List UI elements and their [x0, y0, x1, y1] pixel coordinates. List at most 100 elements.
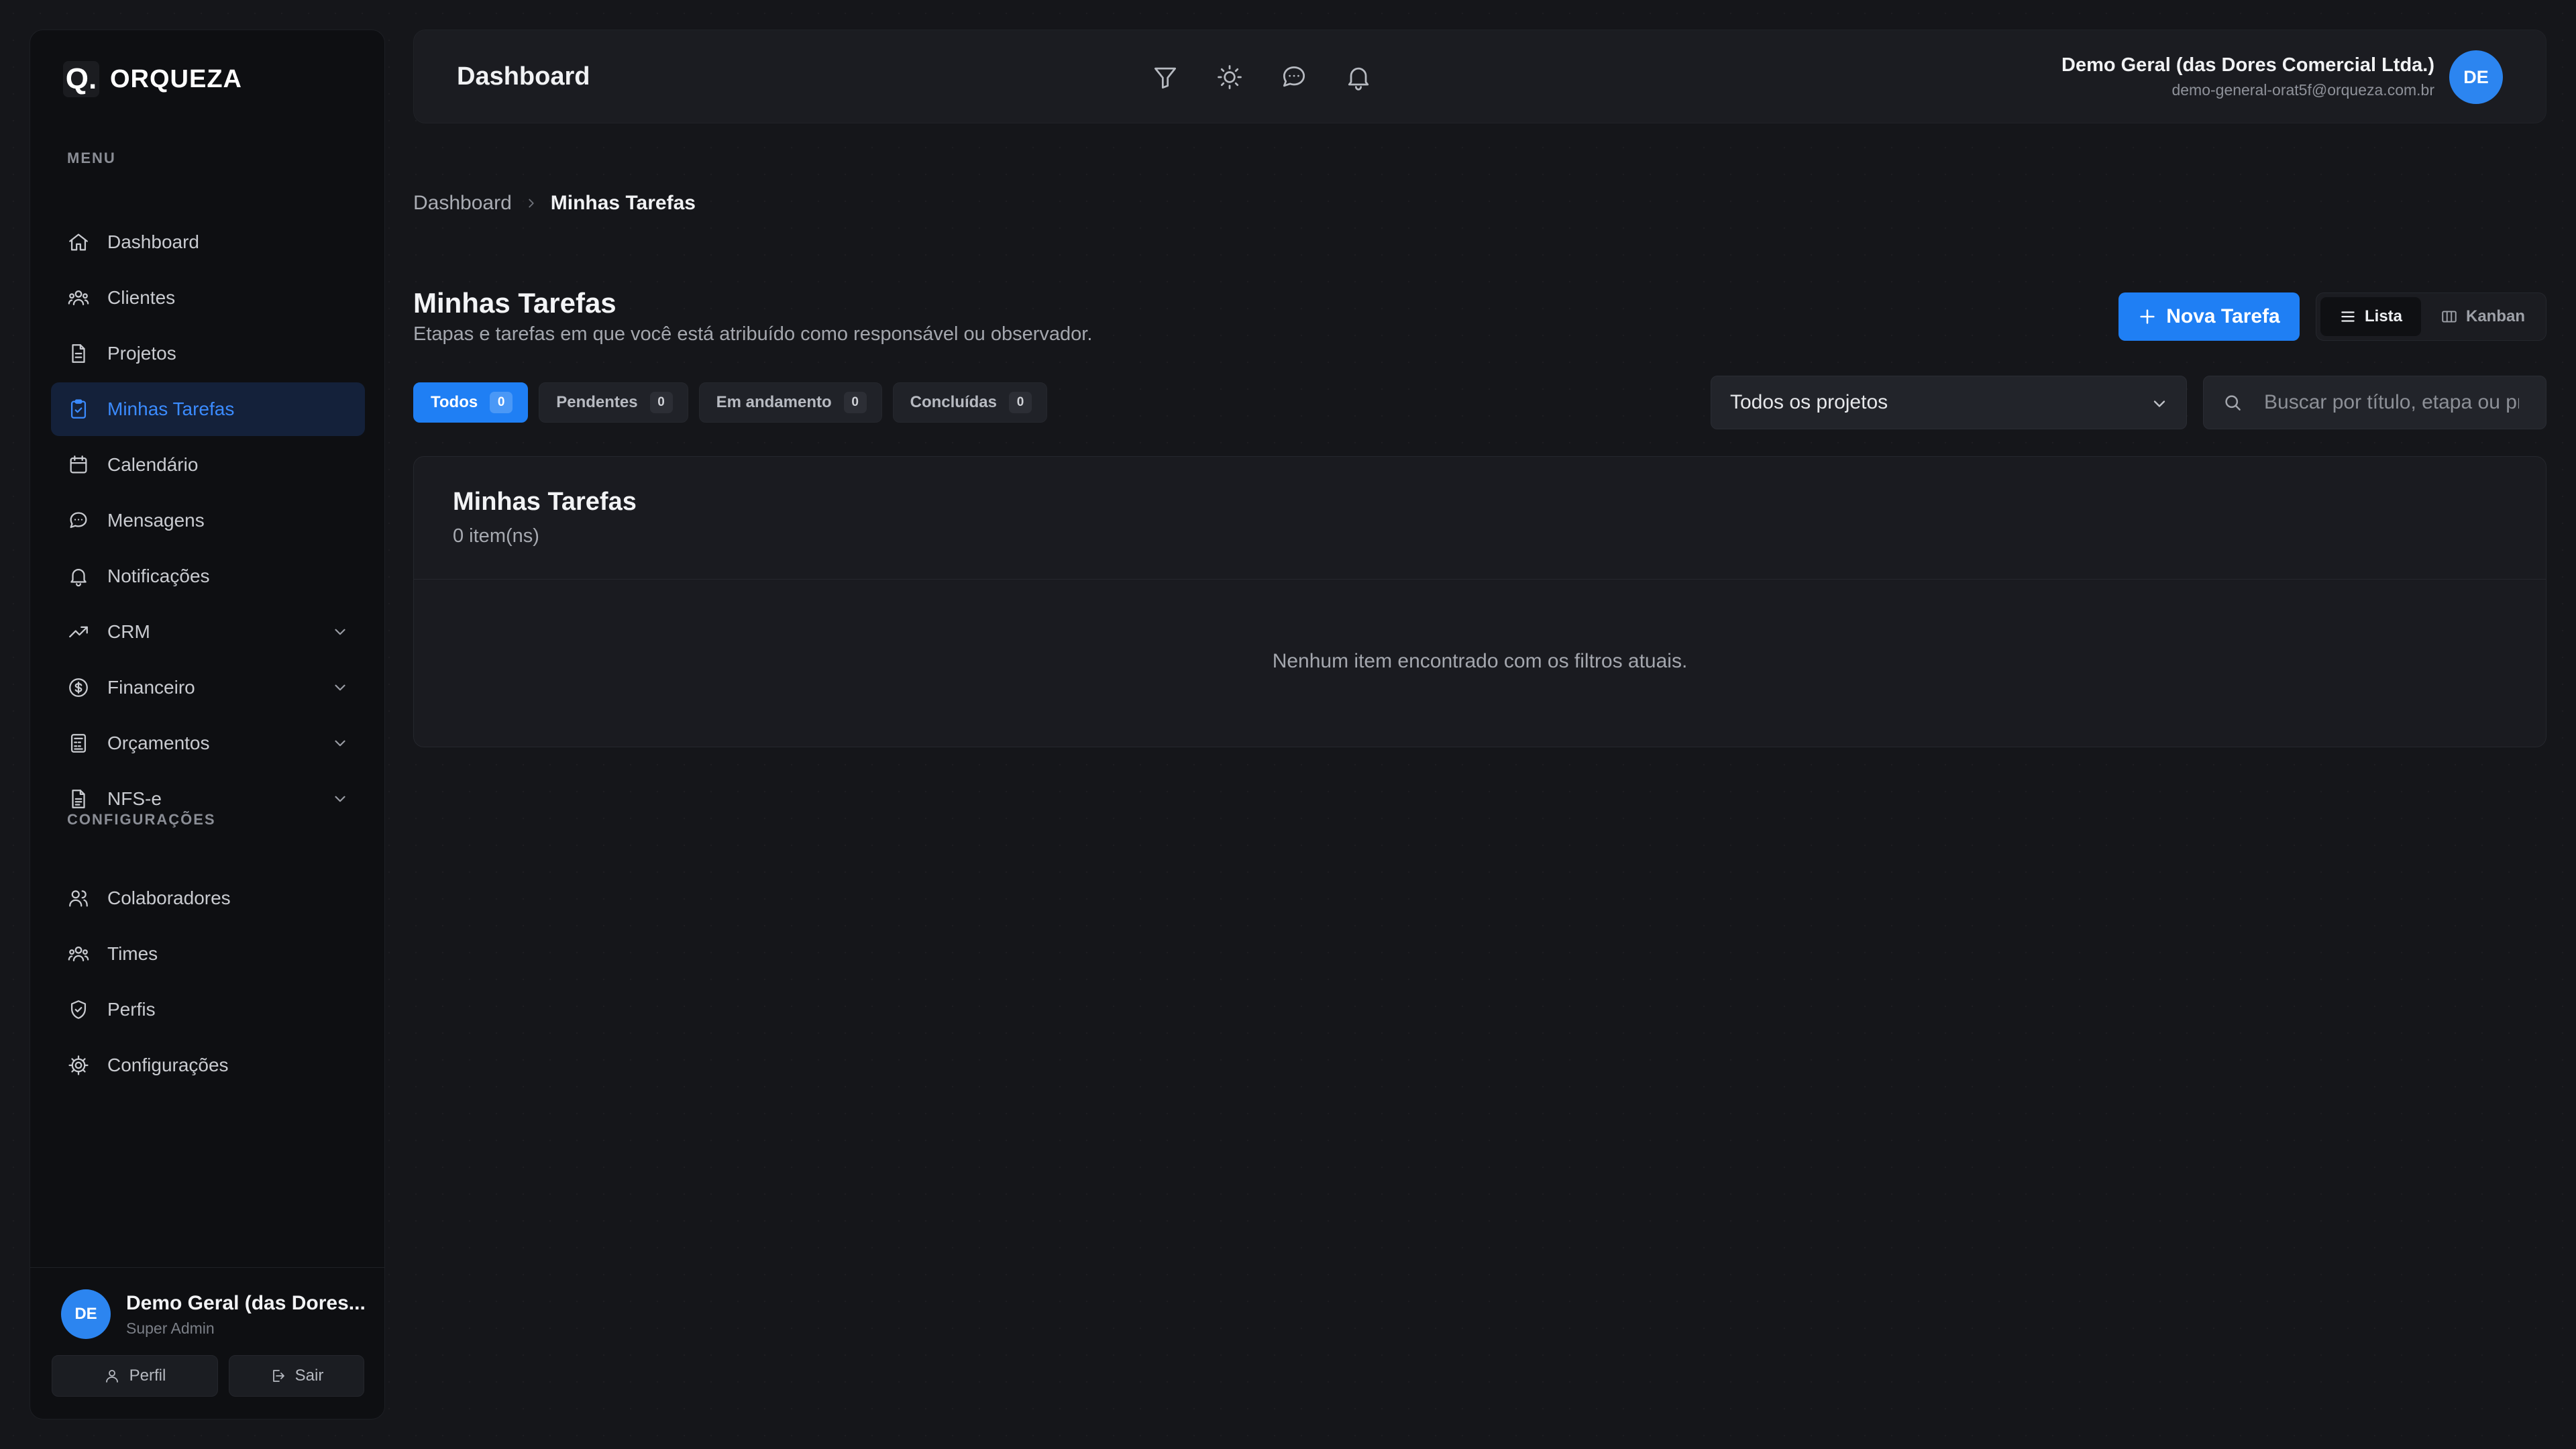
sidebar-item-label: Clientes [107, 287, 176, 308]
logo-mark: Q. [63, 61, 99, 97]
sidebar-item-label: Projetos [107, 343, 176, 364]
sidebar-item-colaboradores[interactable]: Colaboradores [51, 871, 365, 925]
logout-icon [272, 1370, 284, 1382]
new-task-label: Nova Tarefa [2166, 305, 2280, 327]
tab-label: Pendentes [556, 393, 638, 411]
project-select-value: Todos os projetos [1730, 391, 1888, 413]
page-title: Minhas Tarefas [413, 287, 616, 319]
avatar[interactable]: DE [61, 1289, 111, 1339]
sidebar-user-name: Demo Geral (das Dores... [126, 1292, 366, 1314]
chevron-down-icon [2153, 400, 2165, 407]
sidebar-item-label: Times [107, 943, 158, 964]
config-section-label: CONFIGURAÇÕES [67, 811, 216, 828]
project-select[interactable]: Todos os projetos [1711, 376, 2187, 429]
plus-icon [2140, 309, 2155, 324]
divider [414, 579, 2546, 580]
tab-em-andamento[interactable]: Em andamento 0 [698, 382, 882, 423]
team-icon [68, 946, 89, 962]
chevron-down-icon [335, 796, 345, 802]
sidebar-item-projetos[interactable]: Projetos [51, 327, 365, 380]
tab-count-badge: 0 [649, 392, 673, 413]
tab-concluidas[interactable]: Concluídas 0 [892, 382, 1047, 423]
header-user-name: Demo Geral (das Dores Comercial Ltda.) [2061, 54, 2434, 76]
shield-icon [70, 1000, 87, 1019]
sidebar-item-label: Colaboradores [107, 888, 231, 908]
sidebar-item-label: Mensagens [107, 510, 205, 531]
sidebar-item-crm[interactable]: CRM [51, 605, 365, 659]
chevron-down-icon [335, 684, 345, 691]
chevron-down-icon [335, 629, 345, 635]
sidebar-item-mensagens[interactable]: Mensagens [51, 494, 365, 547]
sidebar-item-label: Configurações [107, 1055, 229, 1075]
document-icon [72, 344, 85, 363]
gear-icon [68, 1055, 89, 1075]
tab-count-badge: 0 [490, 392, 513, 413]
card-title: Minhas Tarefas [453, 488, 637, 516]
sidebar-item-label: Orçamentos [107, 733, 210, 753]
users-group-icon [68, 290, 89, 306]
sidebar-footer: DE Demo Geral (das Dores... Super Admin … [30, 1267, 384, 1419]
view-list-button[interactable]: Lista [2320, 297, 2421, 336]
tab-todos[interactable]: Todos 0 [413, 382, 529, 423]
sidebar-item-configuracoes[interactable]: Configurações [51, 1038, 365, 1092]
sidebar-item-label: Financeiro [107, 677, 195, 698]
view-kanban-button[interactable]: Kanban [2424, 297, 2542, 336]
user-icon [105, 1370, 118, 1383]
breadcrumb-current: Minhas Tarefas [550, 192, 696, 214]
tab-label: Concluídas [910, 393, 997, 411]
chat-icon[interactable] [1279, 62, 1309, 92]
dollar-circle-icon [69, 678, 88, 697]
tasks-card: Minhas Tarefas 0 item(ns) Nenhum item en… [413, 456, 2546, 747]
bell-icon[interactable] [1344, 62, 1373, 92]
logout-button-label: Sair [294, 1366, 324, 1385]
tab-pendentes[interactable]: Pendentes 0 [539, 382, 688, 423]
file-text-icon [72, 790, 85, 808]
search-field[interactable] [2203, 376, 2546, 429]
sidebar-item-label: Notificações [107, 566, 210, 586]
breadcrumb-dashboard[interactable]: Dashboard [413, 192, 512, 215]
calendar-icon [70, 455, 87, 474]
header-user-email: demo-general-orat5f@orqueza.com.br [2171, 81, 2434, 99]
sidebar-item-label: Calendário [107, 454, 199, 475]
sidebar-item-orcamentos[interactable]: Orçamentos [51, 716, 365, 770]
tab-label: Em andamento [716, 393, 832, 411]
sidebar-item-clientes[interactable]: Clientes [51, 271, 365, 325]
sidebar-item-label: Minhas Tarefas [107, 398, 235, 419]
brand-logo[interactable]: Q. ORQUEZA [63, 61, 242, 97]
sidebar-user-role: Super Admin [126, 1320, 215, 1337]
profile-button[interactable]: Perfil [52, 1355, 218, 1397]
filter-icon[interactable] [1150, 62, 1180, 92]
item-count: 0 item(ns) [453, 525, 539, 547]
sun-icon[interactable] [1215, 62, 1244, 92]
sidebar-item-dashboard[interactable]: Dashboard [51, 215, 365, 269]
top-header: Dashboard Demo Geral (das Dores Comercia… [413, 30, 2546, 123]
users-icon [69, 890, 88, 907]
sidebar-item-notificacoes[interactable]: Notificações [51, 549, 365, 603]
sidebar-item-label: Perfis [107, 999, 156, 1020]
calculator-icon [70, 734, 87, 753]
avatar[interactable]: DE [2449, 50, 2503, 104]
sidebar-item-label: NFS-e [107, 788, 162, 809]
empty-state-message: Nenhum item encontrado com os filtros at… [1272, 650, 1688, 672]
sidebar-item-perfis[interactable]: Perfis [51, 983, 365, 1036]
status-tabs: Todos 0 Pendentes 0 Em andamento 0 Concl… [413, 382, 1047, 423]
logout-button[interactable]: Sair [229, 1355, 364, 1397]
breadcrumb: Dashboard Minhas Tarefas [413, 192, 696, 215]
sidebar: Q. ORQUEZA MENU Dashboard Clientes Proje… [30, 30, 385, 1419]
chevron-down-icon [335, 740, 345, 747]
tab-label: Todos [431, 393, 478, 411]
kanban-icon [2442, 311, 2457, 323]
sidebar-item-financeiro[interactable]: Financeiro [51, 661, 365, 714]
main-nav: Dashboard Clientes Projetos Minhas Taref… [51, 215, 365, 828]
new-task-button[interactable]: Nova Tarefa [2118, 292, 2300, 341]
tab-count-badge: 0 [1008, 392, 1032, 413]
sidebar-item-times[interactable]: Times [51, 927, 365, 981]
view-kanban-label: Kanban [2465, 307, 2525, 325]
list-icon [2341, 311, 2355, 322]
sidebar-item-minhas-tarefas[interactable]: Minhas Tarefas [51, 382, 365, 436]
trending-up-icon [69, 626, 88, 638]
sidebar-item-calendario[interactable]: Calendário [51, 438, 365, 492]
search-input[interactable] [2264, 391, 2519, 414]
clipboard-check-icon [70, 399, 87, 419]
chat-icon [70, 512, 87, 529]
